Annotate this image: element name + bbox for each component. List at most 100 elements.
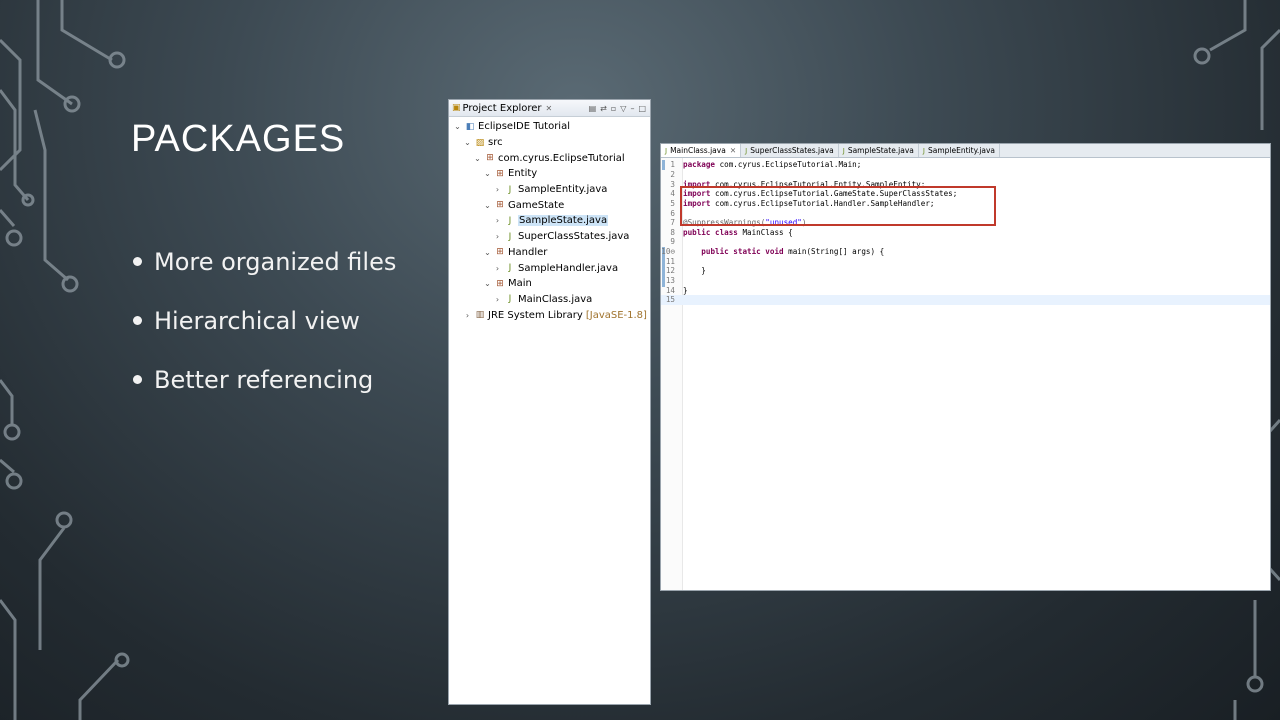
code-line: 14} [661,285,1270,295]
editor-tab-label: SuperClassStates.java [750,146,834,155]
tree-item[interactable]: ⌄ ⊞ Entity [449,166,650,182]
line-number: 14 [665,285,675,295]
chevron-down-icon[interactable]: ⌄ [483,169,492,178]
line-number: 6 [670,208,675,218]
line-number: 1 [670,160,675,170]
bullet-dot-icon [133,375,142,384]
line-number: 11 [665,256,675,266]
chevron-down-icon[interactable]: ⌄ [463,138,472,147]
close-icon[interactable]: ✕ [546,104,553,113]
minimize-icon[interactable]: – [630,104,634,113]
close-icon[interactable]: ✕ [730,146,736,155]
chevron-down-icon[interactable]: ⌄ [473,154,482,163]
tree-item[interactable]: ⌄ ▨ src [449,135,650,151]
chevron-right-icon[interactable]: › [493,185,502,194]
tree-item-label: Handler [508,246,548,258]
tree-item[interactable]: › J SampleState.java [449,213,650,229]
code-line: 9 [661,237,1270,247]
code-line: 2 [661,170,1270,180]
tree-item[interactable]: ⌄ ⊞ com.cyrus.EclipseTutorial [449,150,650,166]
chevron-down-icon[interactable]: ⌄ [483,201,492,210]
java-file-icon: J [508,231,512,242]
bullet-text: More organized files [154,248,397,276]
java-file-icon: J [842,146,845,155]
code-line: 10⊖ public static void main(String[] arg… [661,247,1270,257]
bullet-text: Better referencing [154,366,374,394]
line-number: 15 [665,295,675,305]
package-icon: ⊞ [496,278,504,289]
tree-item[interactable]: ⌄ ◧ EclipseIDE Tutorial [449,119,650,135]
code-editor: J MainClass.java ✕ J SuperClassStates.java … [660,143,1271,591]
line-number: 12 [665,266,675,276]
editor-tab-label: MainClass.java [670,146,726,155]
editor-tab[interactable]: J SampleEntity.java [919,144,1001,157]
line-number: 3 [670,179,675,189]
folder-icon: ▣ [452,103,461,113]
java-file-icon: J [922,146,925,155]
package-icon: ⊞ [496,247,504,258]
editor-body[interactable]: 1 package com.cyrus.EclipseTutorial.Main;… [661,158,1270,590]
bullet-list: More organized files Hierarchical view B… [131,248,396,425]
tree-item-label: SampleEntity.java [518,184,608,196]
slide-title: PACKAGES [131,118,346,160]
bullet-dot-icon [133,257,142,266]
tree-item-label: GameState [508,199,565,211]
java-file-icon: J [508,294,512,305]
bullet-item: Hierarchical view [131,307,396,366]
bullet-item: Better referencing [131,366,396,425]
tree-item-label: EclipseIDE Tutorial [478,121,570,133]
chevron-down-icon[interactable]: ⌄ [483,248,492,257]
editor-tab-bar: J MainClass.java ✕ J SuperClassStates.java … [661,144,1270,158]
line-number: 2 [670,169,675,179]
code-text: package com.cyrus.EclipseTutorial.Main; [683,160,862,170]
project-explorer-titlebar: ▣ Project Explorer ✕ ▤ ⇄ ▫ ▽ – □ [449,100,650,117]
chevron-right-icon[interactable]: › [493,295,502,304]
java-file-icon: J [508,184,512,195]
editor-tab[interactable]: J SampleState.java [839,144,919,157]
project-icon: ◧ [465,121,475,132]
chevron-right-icon[interactable]: › [493,216,502,225]
line-number: 9 [670,237,675,247]
project-explorer-panel: ▣ Project Explorer ✕ ▤ ⇄ ▫ ▽ – □ ⌄ ◧ Eclip… [448,99,651,705]
line-number: 8 [670,227,675,237]
tree-item[interactable]: ⌄ ⊞ Main [449,276,650,292]
tree-item-label: SampleHandler.java [518,262,619,274]
code-text: public class MainClass { [683,227,793,237]
code-line: 1 package com.cyrus.EclipseTutorial.Main; [661,160,1270,170]
view-menu-icon[interactable]: ▽ [620,104,626,113]
chevron-down-icon[interactable]: ⌄ [483,279,492,288]
maximize-icon[interactable]: □ [638,104,646,113]
tree-item[interactable]: ⌄ ⊞ Handler [449,245,650,261]
code-line: 12 } [661,266,1270,276]
tree-item-label: SampleState.java [518,215,609,227]
tree-item[interactable]: ⌄ ⊞ GameState [449,197,650,213]
chevron-right-icon[interactable]: › [463,311,472,320]
collapse-all-icon[interactable]: ▤ [589,104,597,113]
tree-item[interactable]: › J SampleEntity.java [449,182,650,198]
java-file-icon: J [508,215,512,226]
focus-icon[interactable]: ▫ [611,104,616,113]
code-line: 8 public class MainClass { [661,227,1270,237]
tree-item-label: JRE System Library [488,309,583,321]
tree-item-label: MainClass.java [518,293,593,305]
code-line: 11 [661,256,1270,266]
tree-item[interactable]: › J MainClass.java [449,292,650,308]
bullet-dot-icon [133,316,142,325]
tree-item-label: Main [508,278,532,290]
tree-item[interactable]: › J SampleHandler.java [449,260,650,276]
package-icon: ⊞ [496,168,504,179]
package-icon: ⊞ [496,200,504,211]
project-explorer-tab[interactable]: Project Explorer [463,103,542,114]
tree-item[interactable]: › J SuperClassStates.java [449,229,650,245]
editor-tab[interactable]: J SuperClassStates.java [741,144,839,157]
link-editor-icon[interactable]: ⇄ [600,104,607,113]
bullet-text: Hierarchical view [154,307,360,335]
code-text: } [683,266,706,276]
source-folder-icon: ▨ [475,137,485,148]
chevron-right-icon[interactable]: › [493,264,502,273]
editor-tab[interactable]: J MainClass.java ✕ [661,144,742,157]
chevron-down-icon[interactable]: ⌄ [453,122,462,131]
chevron-right-icon[interactable]: › [493,232,502,241]
tree-item[interactable]: › ▥ JRE System Library [JavaSE-1.8] [449,307,650,323]
java-file-icon: J [745,146,748,155]
